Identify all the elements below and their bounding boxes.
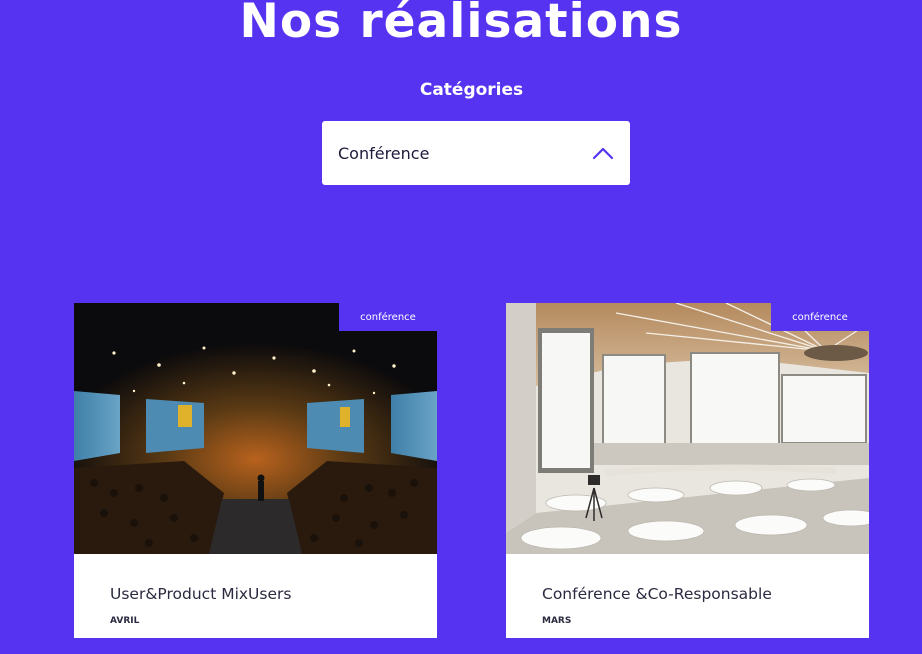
- page-title: Nos réalisations: [239, 0, 683, 49]
- project-card[interactable]: conférence User&Product MixUsers AVRIL: [74, 303, 437, 638]
- categories-label: Catégories: [419, 80, 524, 100]
- card-title[interactable]: Conférence &Co-Responsable: [542, 585, 772, 603]
- card-date: MARS: [542, 616, 572, 626]
- card-title[interactable]: User&Product MixUsers: [110, 585, 291, 603]
- category-badge: conférence: [339, 303, 437, 331]
- category-select[interactable]: Conférence: [322, 121, 630, 185]
- conference-room-photo: [506, 303, 869, 554]
- project-card[interactable]: conférence Conférence &Co-Responsable MA…: [506, 303, 869, 638]
- category-select-value: Conférence: [338, 143, 430, 163]
- category-badge: conférence: [771, 303, 869, 331]
- conference-photo: [74, 303, 437, 554]
- card-date: AVRIL: [110, 616, 140, 626]
- chevron-up-icon[interactable]: [592, 146, 614, 160]
